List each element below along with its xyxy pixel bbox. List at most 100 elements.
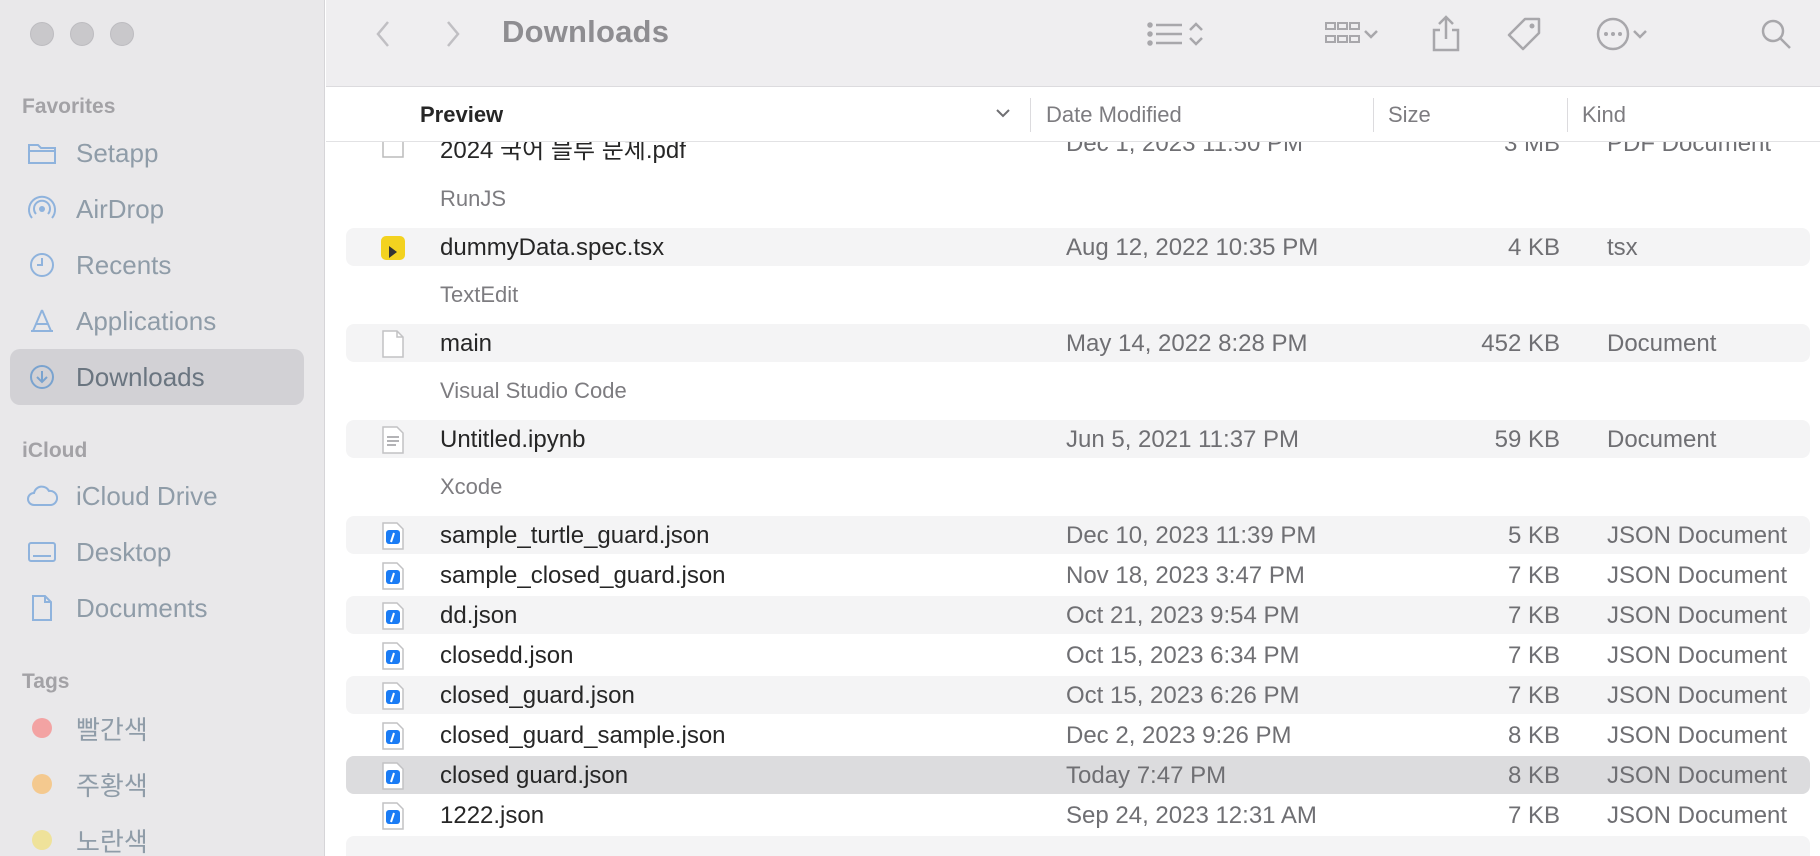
sort-chevron-down-icon[interactable] (994, 106, 1012, 120)
sidebar-item-applications[interactable]: Applications (10, 293, 304, 349)
search-button[interactable] (1756, 14, 1796, 54)
back-button[interactable] (366, 14, 400, 54)
runjs-file-icon (381, 236, 405, 260)
file-date: May 14, 2022 8:28 PM (1066, 330, 1308, 357)
chevron-right-icon (447, 21, 460, 47)
file-size: 59 KB (1494, 426, 1560, 453)
file-name: sample_closed_guard.json (440, 562, 726, 589)
sidebar-item-desktop[interactable]: Desktop (10, 524, 304, 580)
sidebar-item-recents[interactable]: Recents (10, 237, 304, 293)
share-icon (1432, 15, 1460, 52)
window-controls (30, 22, 134, 46)
cloud-icon (26, 480, 58, 512)
sidebar-item-setapp[interactable]: Setapp (10, 125, 304, 181)
file-kind: JSON Document (1607, 762, 1788, 789)
group-button[interactable] (1316, 14, 1388, 54)
airdrop-icon (26, 193, 58, 225)
toolbar: Downloads (326, 0, 1820, 87)
sidebar-item-downloads[interactable]: Downloads (10, 349, 304, 405)
file-size: 452 KB (1481, 330, 1560, 357)
file-name: dd.json (440, 602, 518, 629)
file-kind: JSON Document (1607, 682, 1788, 709)
json-file-icon (382, 522, 404, 550)
sidebar-item-label: 주황색 (76, 770, 148, 801)
file-date: Nov 18, 2023 3:47 PM (1066, 562, 1305, 589)
download-circle-icon (26, 361, 58, 393)
file-date: Oct 21, 2023 9:54 PM (1066, 602, 1300, 629)
file-name: closedd.json (440, 642, 574, 669)
file-kind: JSON Document (1607, 602, 1788, 629)
grid-group-icon (1325, 22, 1360, 43)
desktop-icon (26, 536, 58, 568)
chevron-down-icon (1633, 30, 1647, 39)
column-separator[interactable] (1373, 98, 1374, 132)
file-size: 7 KB (1507, 802, 1560, 829)
file-row[interactable]: closedd.json Oct 15, 2023 6:34 PM 7 KB J… (346, 636, 1810, 674)
file-row[interactable]: dummyData.spec.tsx Aug 12, 2022 10:35 PM… (346, 228, 1810, 266)
close-window-button[interactable] (30, 22, 54, 46)
column-size-header[interactable]: Size (1388, 102, 1431, 128)
file-name: closed_guard.json (440, 682, 635, 709)
file-size: 7 KB (1507, 642, 1560, 669)
sidebar: Favorites Setapp AirDrop Recents Applica… (0, 0, 325, 856)
file-size: 5 KB (1507, 522, 1560, 549)
column-separator[interactable] (1030, 98, 1031, 132)
zoom-window-button[interactable] (110, 22, 134, 46)
file-date: Oct 15, 2023 6:34 PM (1066, 642, 1300, 669)
file-date: Dec 10, 2023 11:39 PM (1066, 522, 1317, 549)
file-row[interactable]: dd.json Oct 21, 2023 9:54 PM 7 KB JSON D… (346, 596, 1810, 634)
file-kind: Document (1607, 426, 1717, 453)
file-row[interactable]: main May 14, 2022 8:28 PM 452 KB Documen… (346, 324, 1810, 362)
sidebar-tag-orange[interactable]: 주황색 (10, 756, 304, 812)
icloud-section-title: iCloud (22, 439, 88, 462)
file-row[interactable]: closed_guard_sample.json Dec 2, 2023 9:2… (346, 716, 1810, 754)
view-options-button[interactable] (1136, 14, 1216, 54)
file-date: Sep 24, 2023 12:31 AM (1066, 802, 1317, 829)
json-file-icon (382, 642, 404, 670)
file-row-partial[interactable]: 2024 국어 블루 문제.pdf Dec 1, 2023 11:50 PM 3… (346, 142, 1810, 164)
file-size: 7 KB (1507, 682, 1560, 709)
file-row-selected[interactable]: closed guard.json Today 7:47 PM 8 KB JSO… (346, 756, 1810, 794)
tags-section-title: Tags (22, 670, 70, 693)
file-row[interactable]: closed_guard.json Oct 15, 2023 6:26 PM 7… (346, 676, 1810, 714)
file-list: 2024 국어 블루 문제.pdf Dec 1, 2023 11:50 PM 3… (326, 142, 1820, 856)
file-name: closed guard.json (440, 762, 629, 789)
column-date-header[interactable]: Date Modified (1046, 102, 1182, 128)
sidebar-tag-red[interactable]: 빨간색 (10, 700, 304, 756)
file-row[interactable]: 1222.json Sep 24, 2023 12:31 AM 7 KB JSO… (346, 796, 1810, 834)
pdf-file-icon (382, 142, 404, 158)
file-size: 3 MB (1503, 142, 1560, 157)
sidebar-item-icloud-drive[interactable]: iCloud Drive (10, 468, 304, 524)
clock-icon (26, 249, 58, 281)
file-kind: JSON Document (1607, 642, 1788, 669)
tag-button[interactable] (1502, 14, 1546, 54)
forward-button[interactable] (436, 14, 470, 54)
file-date: Today 7:47 PM (1066, 762, 1227, 789)
file-date: Oct 15, 2023 6:26 PM (1066, 682, 1300, 709)
file-row[interactable]: Untitled.ipynb Jun 5, 2021 11:37 PM 59 K… (346, 420, 1810, 458)
file-kind: JSON Document (1607, 722, 1788, 749)
red-tag-dot-icon (32, 718, 52, 738)
sidebar-item-airdrop[interactable]: AirDrop (10, 181, 304, 237)
file-size: 8 KB (1507, 722, 1560, 749)
window-title: Downloads (502, 14, 670, 49)
file-kind: PDF Document (1607, 142, 1772, 157)
file-name: 2024 국어 블루 문제.pdf (440, 142, 686, 164)
file-name: sample_turtle_guard.json (440, 522, 710, 549)
minimize-window-button[interactable] (70, 22, 94, 46)
file-date: Dec 1, 2023 11:50 PM (1066, 142, 1304, 157)
column-name-header[interactable]: Preview (420, 102, 503, 128)
more-actions-button[interactable] (1586, 14, 1658, 54)
file-row[interactable]: sample_turtle_guard.json Dec 10, 2023 11… (346, 516, 1810, 554)
file-row-partial-bottom[interactable] (346, 836, 1810, 856)
column-separator[interactable] (1567, 98, 1568, 132)
share-button[interactable] (1426, 14, 1466, 54)
sidebar-tag-yellow[interactable]: 노란색 (10, 812, 304, 856)
file-row[interactable]: sample_closed_guard.json Nov 18, 2023 3:… (346, 556, 1810, 594)
favorites-section-title: Favorites (22, 95, 116, 118)
sidebar-item-label: 노란색 (76, 826, 148, 856)
sidebar-item-label: AirDrop (76, 193, 165, 224)
sidebar-item-documents[interactable]: Documents (10, 580, 304, 636)
folder-icon (26, 137, 58, 169)
column-kind-header[interactable]: Kind (1582, 102, 1626, 128)
